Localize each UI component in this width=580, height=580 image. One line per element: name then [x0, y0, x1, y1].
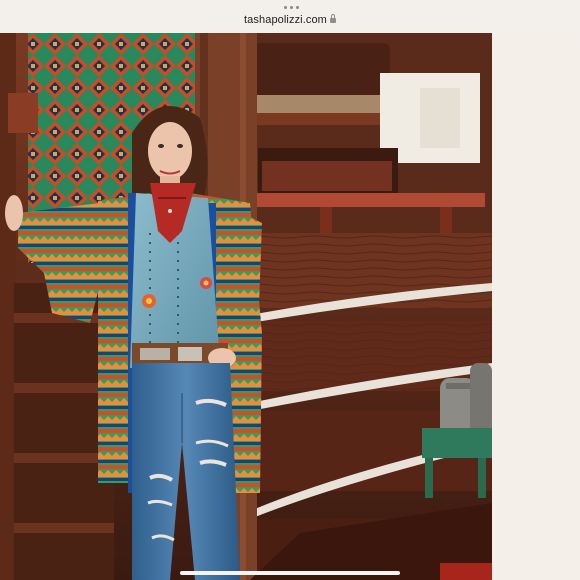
browser-address-bar: tashapolizzi.com — [0, 0, 580, 33]
url-display[interactable]: tashapolizzi.com — [0, 14, 580, 26]
more-options-icon[interactable] — [284, 6, 299, 9]
product-photo — [0, 33, 492, 580]
home-indicator[interactable] — [180, 571, 400, 575]
page-background-panel — [492, 33, 580, 580]
url-text[interactable]: tashapolizzi.com — [244, 14, 327, 26]
photo-scene — [0, 33, 492, 580]
lock-icon — [329, 14, 336, 23]
